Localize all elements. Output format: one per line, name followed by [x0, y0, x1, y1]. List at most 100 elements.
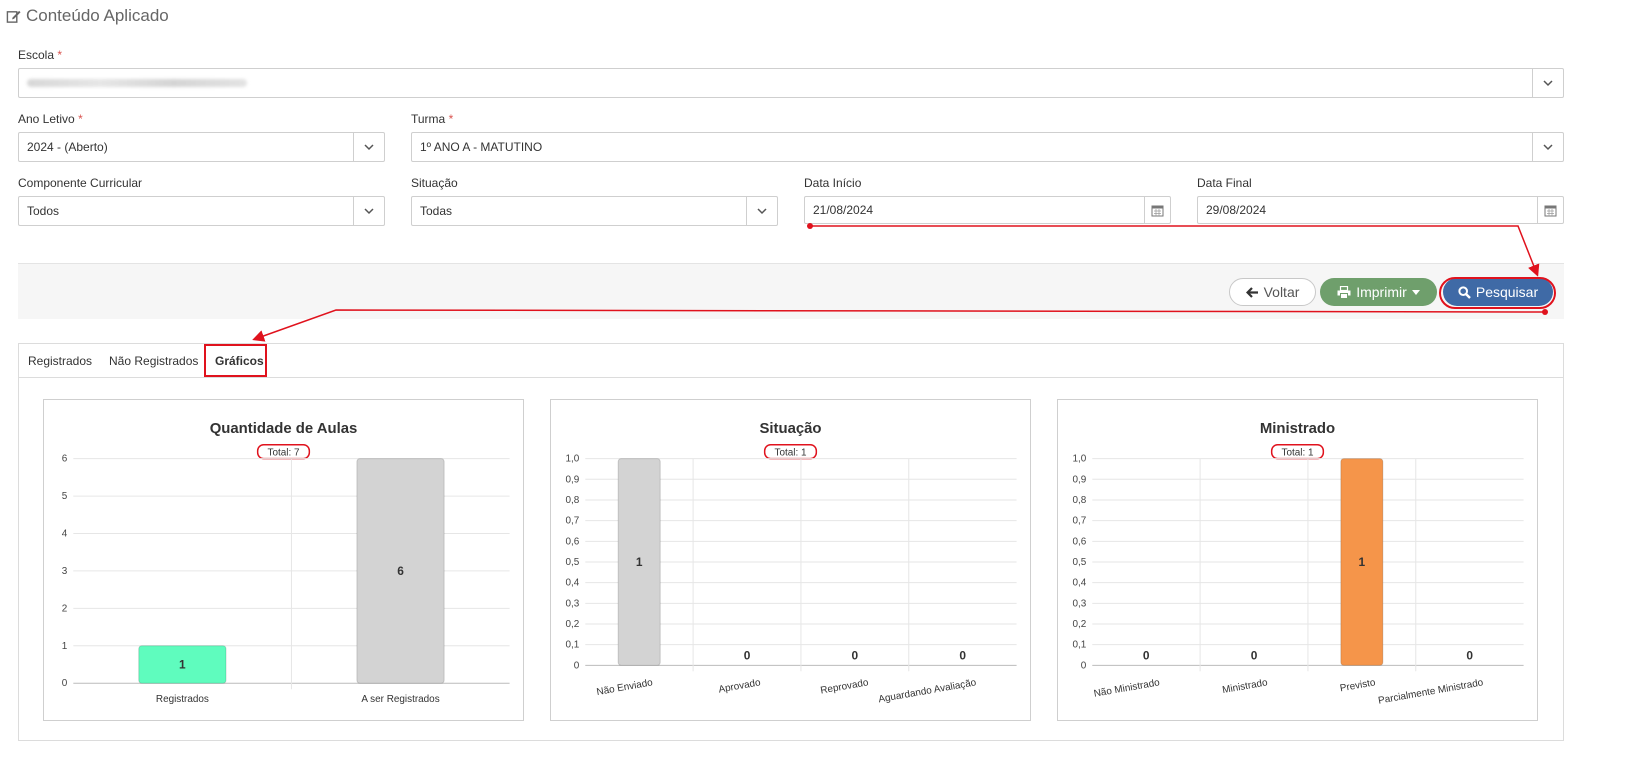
chevron-down-icon[interactable] [746, 197, 777, 225]
data-label: 6 [397, 564, 404, 578]
y-tick-label: 0,6 [566, 536, 580, 547]
y-tick-label: 1 [62, 641, 68, 652]
data-label: 1 [1359, 555, 1366, 569]
y-tick-label: 0 [574, 660, 580, 671]
pesquisar-button[interactable]: Pesquisar [1443, 278, 1553, 306]
chart-svg: Quantidade de Aulas Total: 7 0 1 2 3 4 5 6 1 Regis… [62, 421, 510, 705]
y-tick-label: 0,9 [566, 474, 580, 485]
y-tick-label: 4 [62, 528, 68, 539]
y-tick-label: 0,4 [566, 578, 580, 589]
arrow-left-icon [1245, 286, 1258, 298]
ano-letivo-value: 2024 - (Aberto) [27, 140, 108, 154]
x-tick-label: Não Enviado [596, 677, 654, 698]
y-tick-label: 0,3 [1073, 598, 1087, 609]
chevron-down-icon[interactable] [1532, 69, 1563, 97]
escola-label: Escola [18, 48, 55, 62]
escola-value-redacted [27, 79, 247, 87]
y-tick-label: 0,1 [566, 640, 580, 651]
data-final-group: Data Final 29/08/2024 [1197, 176, 1564, 224]
data-final-input[interactable]: 29/08/2024 [1197, 196, 1564, 224]
y-tick-label: 0,2 [566, 619, 580, 630]
chevron-down-icon[interactable] [353, 133, 384, 161]
chart-svg: Situação Total: 1 0 0,1 0,2 0,3 0,4 0,5 0,6 0,7 0,… [566, 421, 1017, 705]
y-tick-label: 1,0 [1073, 454, 1087, 465]
chart-title: Quantidade de Aulas [210, 421, 358, 437]
y-tick-label: 0 [1081, 660, 1087, 671]
chart-ministrado: Ministrado Total: 1 0 0,1 0,2 0,3 0,4 0,5 0,6 0,7… [1057, 399, 1538, 721]
x-tick-label: Reprovado [820, 677, 870, 696]
x-tick-label: Aguardando Avaliação [878, 677, 978, 705]
y-tick-label: 0,4 [1073, 578, 1087, 589]
y-tick-label: 1,0 [566, 454, 580, 465]
chart-subtitle: Total: 1 [775, 448, 807, 459]
data-label: 0 [744, 648, 751, 662]
turma-label: Turma [411, 112, 446, 126]
x-tick-label: Previsto [1339, 677, 1377, 694]
data-inicio-value: 21/08/2024 [813, 203, 874, 217]
x-tick-label: Ministrado [1221, 677, 1268, 696]
data-inicio-input[interactable]: 21/08/2024 [804, 196, 1171, 224]
page-title-text: Conteúdo Aplicado [26, 6, 169, 25]
action-toolbar: Voltar Imprimir Pesquisar [18, 263, 1564, 319]
y-tick-label: 0,8 [1073, 495, 1087, 506]
y-tick-label: 0 [62, 678, 68, 689]
voltar-label: Voltar [1263, 284, 1300, 300]
y-tick-label: 0,2 [1073, 619, 1087, 630]
chevron-down-icon[interactable] [353, 197, 384, 225]
y-tick-label: 3 [62, 566, 68, 577]
x-tick-label: Não Ministrado [1093, 677, 1161, 700]
situacao-label: Situação [411, 176, 458, 190]
y-tick-label: 0,3 [566, 598, 580, 609]
chart-subtitle: Total: 7 [268, 448, 300, 459]
data-final-value: 29/08/2024 [1206, 203, 1267, 217]
voltar-button[interactable]: Voltar [1229, 278, 1316, 306]
tab-registrados[interactable]: Registrados [28, 354, 92, 368]
chart-svg: Ministrado Total: 1 0 0,1 0,2 0,3 0,4 0,5 0,6 0,7… [1073, 421, 1524, 707]
turma-select[interactable]: 1º ANO A - MATUTINO [411, 132, 1564, 162]
data-label: 1 [179, 657, 186, 671]
required-mark: * [448, 112, 454, 126]
data-label: 0 [959, 648, 966, 662]
y-tick-label: 0,5 [1073, 557, 1087, 568]
calendar-icon[interactable] [1537, 197, 1563, 223]
data-label: 0 [1251, 648, 1258, 662]
ano-letivo-select[interactable]: 2024 - (Aberto) [18, 132, 385, 162]
y-tick-label: 0,6 [1073, 536, 1087, 547]
x-tick-label: Registrados [156, 694, 209, 705]
y-tick-label: 2 [62, 603, 68, 614]
data-label: 1 [636, 555, 643, 569]
turma-value: 1º ANO A - MATUTINO [420, 140, 543, 154]
chart-quantidade-aulas: Quantidade de Aulas Total: 7 0 1 2 3 4 5 6 1 Regis… [43, 399, 524, 721]
tab-nao-registrados[interactable]: Não Registrados [109, 354, 198, 368]
x-tick-label: Parcialmente Ministrado [1377, 677, 1484, 706]
escola-select[interactable] [18, 68, 1564, 98]
search-icon [1458, 285, 1471, 299]
componente-select[interactable]: Todos [18, 196, 385, 226]
y-tick-label: 0,8 [566, 495, 580, 506]
chart-situacao: Situação Total: 1 0 0,1 0,2 0,3 0,4 0,5 0,6 0,7 0,… [550, 399, 1031, 721]
componente-label: Componente Curricular [18, 176, 143, 190]
edit-icon [6, 10, 21, 23]
y-tick-label: 5 [62, 491, 68, 502]
tab-graficos[interactable]: Gráficos [215, 354, 264, 368]
situacao-value: Todas [420, 204, 453, 218]
chart-title: Ministrado [1260, 421, 1335, 437]
tab-bar: Registrados Não Registrados Gráficos [19, 344, 1563, 378]
componente-value: Todos [27, 204, 60, 218]
data-label: 0 [1143, 648, 1150, 662]
required-mark: * [57, 48, 63, 62]
componente-group: Componente Curricular Todos [18, 176, 385, 226]
y-tick-label: 6 [62, 454, 68, 465]
x-tick-label: A ser Registrados [361, 694, 439, 705]
ano-letivo-group: Ano Letivo * 2024 - (Aberto) [18, 112, 385, 162]
chevron-down-icon[interactable] [1532, 133, 1563, 161]
y-tick-label: 0,1 [1073, 640, 1087, 651]
data-final-label: Data Final [1197, 176, 1252, 190]
calendar-icon[interactable] [1144, 197, 1170, 223]
printer-icon [1337, 285, 1351, 299]
situacao-select[interactable]: Todas [411, 196, 778, 226]
y-tick-label: 0,7 [566, 516, 580, 527]
x-tick-label: Aprovado [718, 677, 762, 695]
required-mark: * [78, 112, 83, 126]
imprimir-button[interactable]: Imprimir [1320, 278, 1437, 306]
